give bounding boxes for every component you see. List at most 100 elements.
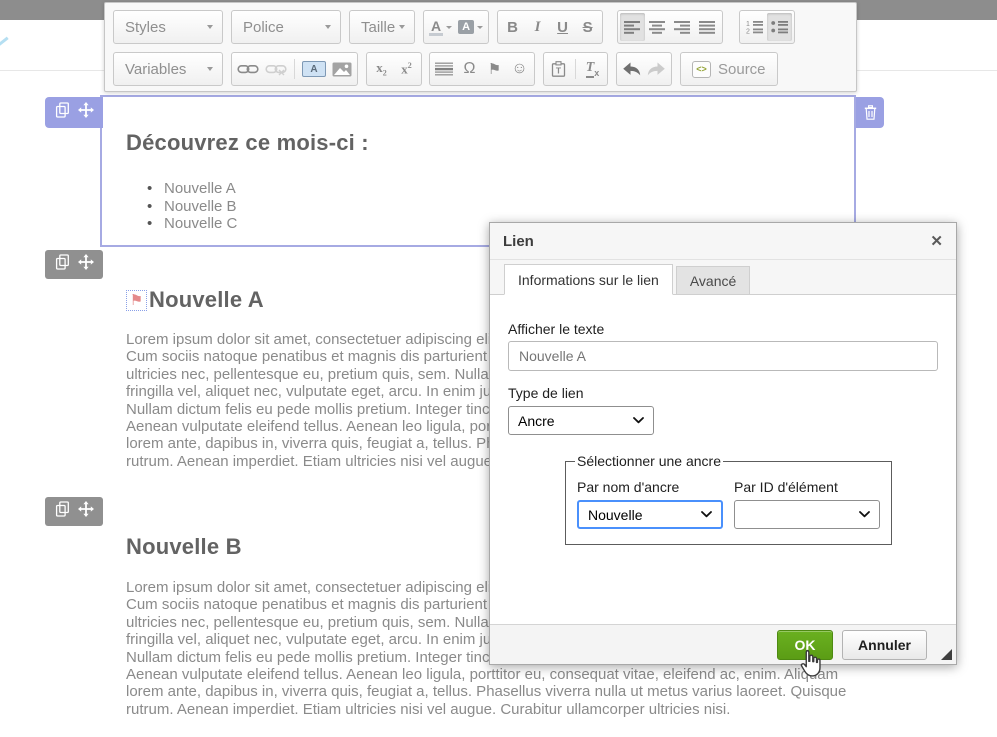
align-right-button[interactable] (670, 13, 695, 41)
anchor-id-label: Par ID d'élément (734, 479, 880, 495)
subscript-button[interactable]: x2 (369, 55, 394, 83)
toolbar-row-2: Variables A x2 x2 (113, 50, 848, 88)
block3-heading[interactable]: Nouvelle B (126, 534, 242, 560)
block3-handle (45, 497, 103, 526)
link-type-select[interactable]: Ancre (508, 406, 654, 435)
dialog-body: Afficher le texte Nouvelle A Type de lie… (490, 295, 956, 545)
bold-icon: B (507, 19, 518, 36)
align-center-button[interactable] (645, 13, 670, 41)
superscript-button[interactable]: x2 (394, 55, 419, 83)
remove-format-icon: T (586, 60, 595, 78)
unlink-button[interactable] (262, 55, 290, 83)
numbered-list-button[interactable]: 12 (742, 13, 767, 41)
chevron-down-icon (477, 26, 483, 29)
chevron-down-icon (207, 67, 213, 71)
list-item[interactable]: Nouvelle A (145, 180, 237, 198)
move-icon (78, 102, 94, 118)
styles-combo[interactable]: Styles (113, 10, 223, 44)
redo-button[interactable] (644, 55, 669, 83)
anchor-name-select[interactable]: Nouvelle (577, 500, 723, 529)
basicstyles-group: B I U S (497, 10, 603, 44)
special-character-button[interactable]: Ω (457, 55, 482, 83)
background-color-button[interactable]: A (455, 13, 486, 41)
undo-group (616, 52, 672, 86)
image-button[interactable] (329, 55, 355, 83)
anchor-button[interactable]: ⚑ (482, 55, 507, 83)
list-group: 12 (739, 10, 795, 44)
strikethrough-button[interactable]: S (575, 13, 600, 41)
font-combo[interactable]: Police (231, 10, 341, 44)
block2-heading[interactable]: Nouvelle A (149, 287, 264, 313)
underline-button[interactable]: U (550, 13, 575, 41)
paste-group: T T x (543, 52, 608, 86)
font-combo-label: Police (243, 19, 284, 36)
bulleted-list-button[interactable] (767, 13, 792, 41)
anchor-field-icon: A (302, 61, 326, 77)
list-item[interactable]: Nouvelle C (145, 215, 237, 233)
svg-text:2: 2 (746, 29, 750, 35)
italic-icon: I (535, 19, 541, 36)
copy-block-button[interactable] (55, 102, 70, 123)
smiley-button[interactable]: ☺ (507, 55, 532, 83)
chevron-down-icon (701, 511, 712, 518)
bulleted-list-icon (771, 20, 789, 34)
page-decoration (0, 37, 9, 47)
chevron-down-icon (446, 26, 452, 29)
chevron-down-icon (859, 511, 870, 518)
horizontal-rule-icon (435, 62, 454, 76)
svg-text:T: T (556, 66, 562, 76)
svg-text:1: 1 (746, 21, 750, 28)
anchor-field-button[interactable]: A (299, 55, 329, 83)
move-block-button[interactable] (78, 254, 94, 275)
list-item[interactable]: Nouvelle B (145, 198, 237, 216)
paste-text-button[interactable]: T (546, 55, 571, 83)
anchor-flag-icon[interactable]: ⚑ (126, 290, 147, 311)
move-block-button[interactable] (78, 501, 94, 522)
block1-handle (45, 97, 103, 128)
delete-block-button[interactable] (856, 97, 884, 128)
undo-button[interactable] (619, 55, 644, 83)
trash-icon (864, 105, 877, 120)
clipboard-icon: T (550, 61, 567, 77)
copy-block-button[interactable] (55, 254, 70, 275)
anchor-name-value: Nouvelle (588, 507, 642, 523)
align-justify-button[interactable] (695, 13, 720, 41)
dialog-resize-handle[interactable] (941, 649, 952, 660)
variables-combo[interactable]: Variables (113, 52, 223, 86)
link-type-label: Type de lien (508, 385, 938, 401)
anchor-fieldset-legend: Sélectionner une ancre (575, 453, 723, 469)
chevron-down-icon (399, 25, 405, 29)
source-button-label: Source (718, 61, 766, 78)
styles-combo-label: Styles (125, 19, 166, 36)
image-icon (332, 62, 352, 77)
align-right-icon (674, 21, 691, 34)
text-color-button[interactable]: A (426, 13, 455, 41)
source-button[interactable]: <> Source (680, 52, 778, 86)
size-combo[interactable]: Taille (349, 10, 415, 44)
copy-block-button[interactable] (55, 501, 70, 522)
align-center-icon (649, 21, 666, 34)
close-icon[interactable]: ✕ (930, 232, 943, 250)
display-text-input[interactable]: Nouvelle A (508, 341, 938, 371)
tab-advanced[interactable]: Avancé (676, 266, 750, 294)
anchor-id-select[interactable] (734, 500, 880, 529)
insert-group: Ω ⚑ ☺ (429, 52, 535, 86)
anchor-name-field: Par nom d'ancre Nouvelle (577, 479, 723, 529)
copy-icon (55, 254, 70, 270)
remove-format-button[interactable]: T x (580, 55, 605, 83)
horizontal-rule-button[interactable] (432, 55, 457, 83)
italic-button[interactable]: I (525, 13, 550, 41)
block1-heading[interactable]: Découvrez ce mois-ci : (126, 130, 369, 156)
align-left-button[interactable] (620, 13, 645, 41)
dialog-titlebar[interactable]: Lien ✕ (490, 223, 956, 260)
bold-button[interactable]: B (500, 13, 525, 41)
anchor-id-field: Par ID d'élément (734, 479, 880, 529)
text-color-icon: A (429, 19, 443, 36)
source-code-icon: <> (692, 61, 711, 78)
move-block-button[interactable] (78, 102, 94, 123)
cancel-button[interactable]: Annuler (842, 630, 927, 660)
tab-link-info[interactable]: Informations sur le lien (504, 264, 673, 295)
link-button[interactable] (234, 55, 262, 83)
undo-arrow-icon (622, 62, 641, 76)
block1-list: Nouvelle A Nouvelle B Nouvelle C (145, 180, 237, 233)
